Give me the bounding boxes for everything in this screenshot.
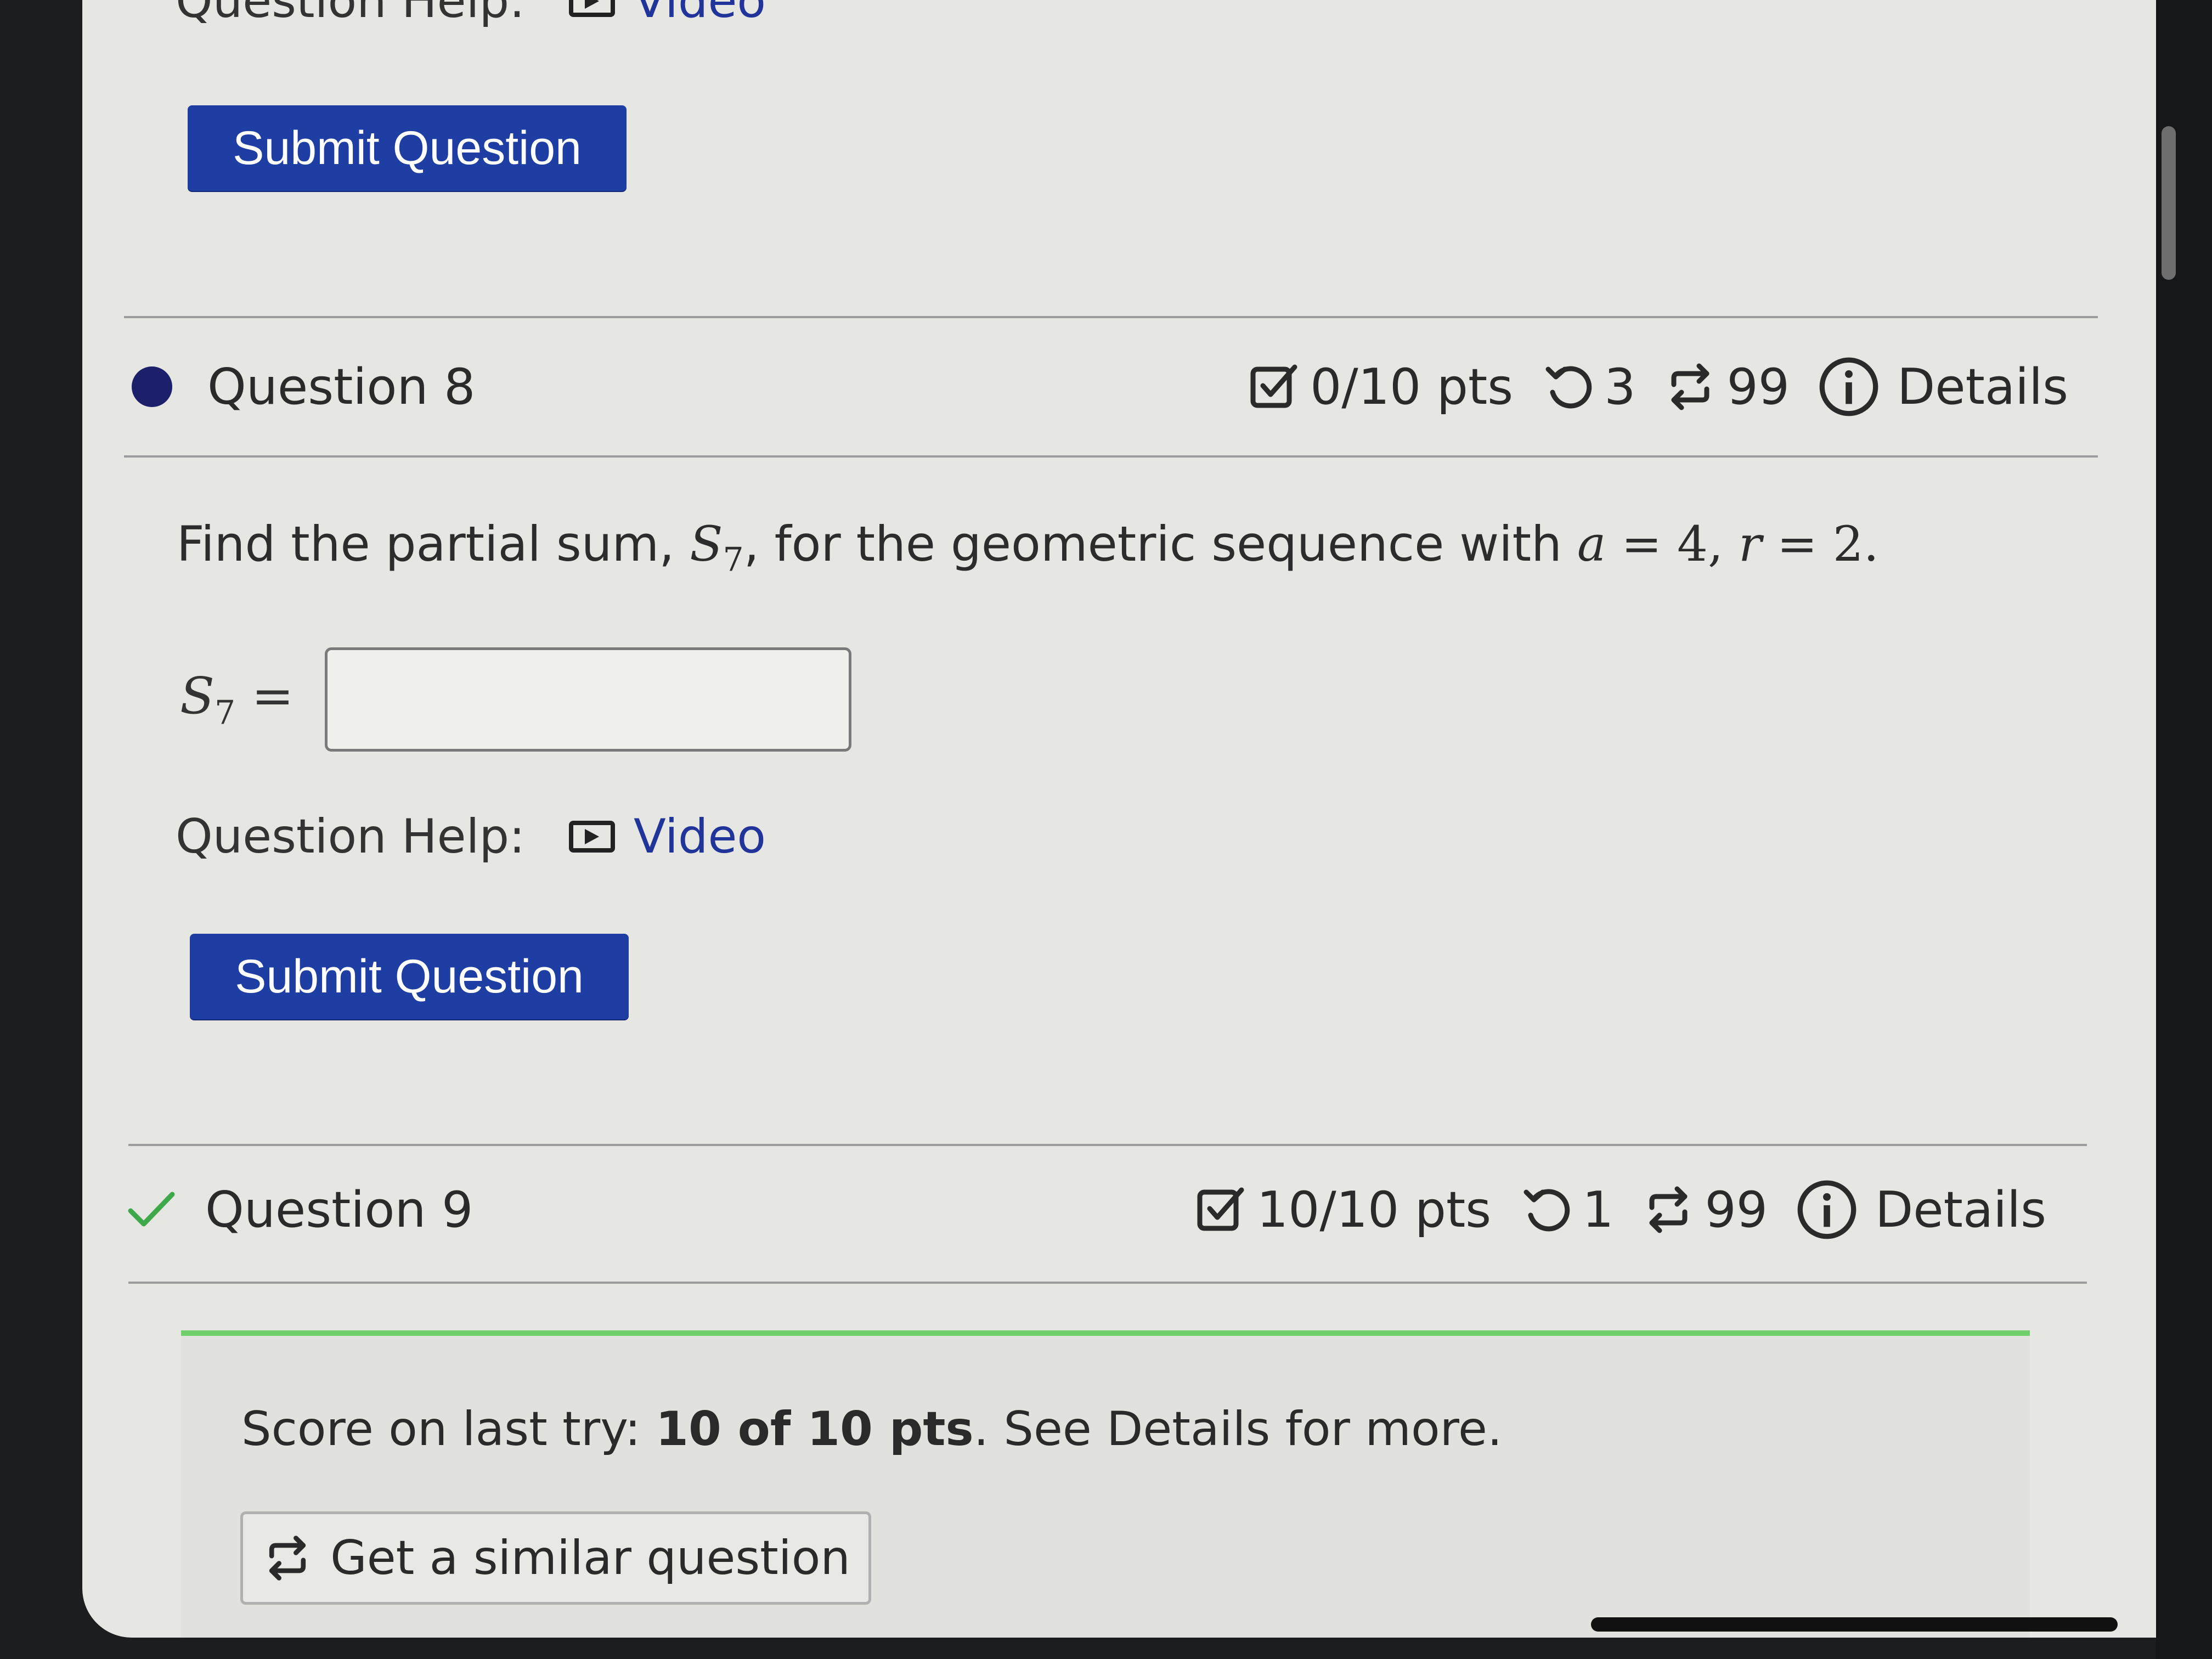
info-circle-icon (1819, 357, 1878, 416)
play-video-icon (569, 0, 616, 17)
attempts-indicator: 99 (1663, 358, 1790, 416)
home-indicator[interactable] (1591, 1617, 2118, 1632)
prompt-math-a: a (1577, 516, 1606, 572)
video-link[interactable]: Video (569, 0, 766, 29)
question-help-label: Question Help: (176, 0, 526, 29)
checkbox-icon (1197, 1187, 1244, 1231)
get-similar-question-button[interactable]: Get a similar question (240, 1511, 871, 1605)
prompt-math-eq: = 4, (1606, 516, 1739, 572)
question-9-meta: 10/10 pts 1 99 Details (1193, 1178, 2046, 1242)
browser-viewport: Question Help: Video Submit Question Que… (82, 0, 2156, 1638)
answer-math-eq: = (235, 667, 294, 726)
undo-icon (1545, 366, 1592, 409)
question-8-header[interactable]: Question 8 0/10 pts 3 99 Details (126, 340, 2068, 433)
question-9-header[interactable]: Question 9 10/10 pts 1 99 Details (126, 1163, 2068, 1256)
details-button[interactable]: Details (1795, 1178, 2046, 1242)
undo-icon (1523, 1189, 1570, 1232)
attempts-value: 99 (1726, 358, 1790, 416)
attempts-indicator: 99 (1641, 1181, 1768, 1239)
answer-math-sub: 7 (215, 693, 236, 732)
divider (128, 1282, 2087, 1284)
prompt-text: Find the partial sum, (177, 516, 690, 572)
score-panel: Score on last try: 10 of 10 pts. See Det… (181, 1330, 2030, 1638)
points-value: 0/10 pts (1310, 358, 1514, 416)
play-video-icon (569, 821, 616, 853)
retries-indicator: 1 (1519, 1181, 1613, 1239)
get-similar-question-label: Get a similar question (330, 1531, 850, 1585)
submit-question-button-previous[interactable]: Submit Question (188, 105, 627, 191)
question-8-title: Question 8 (207, 358, 476, 416)
points-indicator: 10/10 pts (1193, 1181, 1491, 1239)
check-mark-icon (128, 1192, 175, 1227)
unanswered-dot-icon (132, 366, 172, 407)
points-indicator: 0/10 pts (1246, 358, 1513, 416)
answer-math-s: S (180, 667, 215, 726)
question-help-row: Question Help: Video (176, 809, 766, 864)
prompt-math-sub: 7 (723, 540, 744, 579)
answer-input[interactable] (324, 647, 851, 752)
score-summary: Score on last try: 10 of 10 pts. See Det… (241, 1402, 1502, 1457)
score-suffix: . See Details for more. (973, 1402, 1503, 1457)
answer-label: S7 = (180, 667, 294, 732)
prompt-math-eq: = 2. (1762, 516, 1879, 572)
prompt-math-r: r (1739, 516, 1762, 572)
question-8-prompt: Find the partial sum, S7, for the geomet… (177, 516, 1879, 579)
repeat-icon (1671, 363, 1709, 410)
attempts-value: 99 (1705, 1181, 1768, 1239)
info-circle-icon (1797, 1180, 1857, 1239)
question-help-label: Question Help: (176, 809, 526, 864)
submit-question-button[interactable]: Submit Question (190, 934, 629, 1019)
scrollbar-thumb[interactable] (2162, 126, 2176, 280)
video-link-label: Video (634, 809, 766, 864)
prompt-text: , for the geometric sequence with (743, 516, 1577, 572)
divider (124, 455, 2098, 458)
score-value: 10 of 10 pts (656, 1402, 974, 1457)
repeat-icon (269, 1536, 306, 1581)
checkbox-icon (1250, 364, 1297, 408)
retries-indicator: 3 (1541, 358, 1635, 416)
details-label: Details (1875, 1181, 2046, 1239)
video-link[interactable]: Video (569, 809, 766, 864)
retries-value: 1 (1582, 1181, 1614, 1239)
question-help-row-previous: Question Help: Video (176, 0, 766, 29)
question-8-meta: 0/10 pts 3 99 Details (1246, 355, 2068, 419)
points-value: 10/10 pts (1256, 1181, 1492, 1239)
video-link-label: Video (634, 0, 766, 29)
prompt-math-s: S (690, 516, 723, 572)
retries-value: 3 (1604, 358, 1636, 416)
divider (128, 1144, 2087, 1146)
score-prefix: Score on last try: (241, 1402, 656, 1457)
divider (124, 316, 2098, 318)
question-9-title: Question 9 (205, 1181, 473, 1239)
details-button[interactable]: Details (1817, 355, 2068, 419)
details-label: Details (1897, 358, 2068, 416)
answer-row: S7 = (180, 647, 851, 752)
repeat-icon (1649, 1186, 1688, 1233)
